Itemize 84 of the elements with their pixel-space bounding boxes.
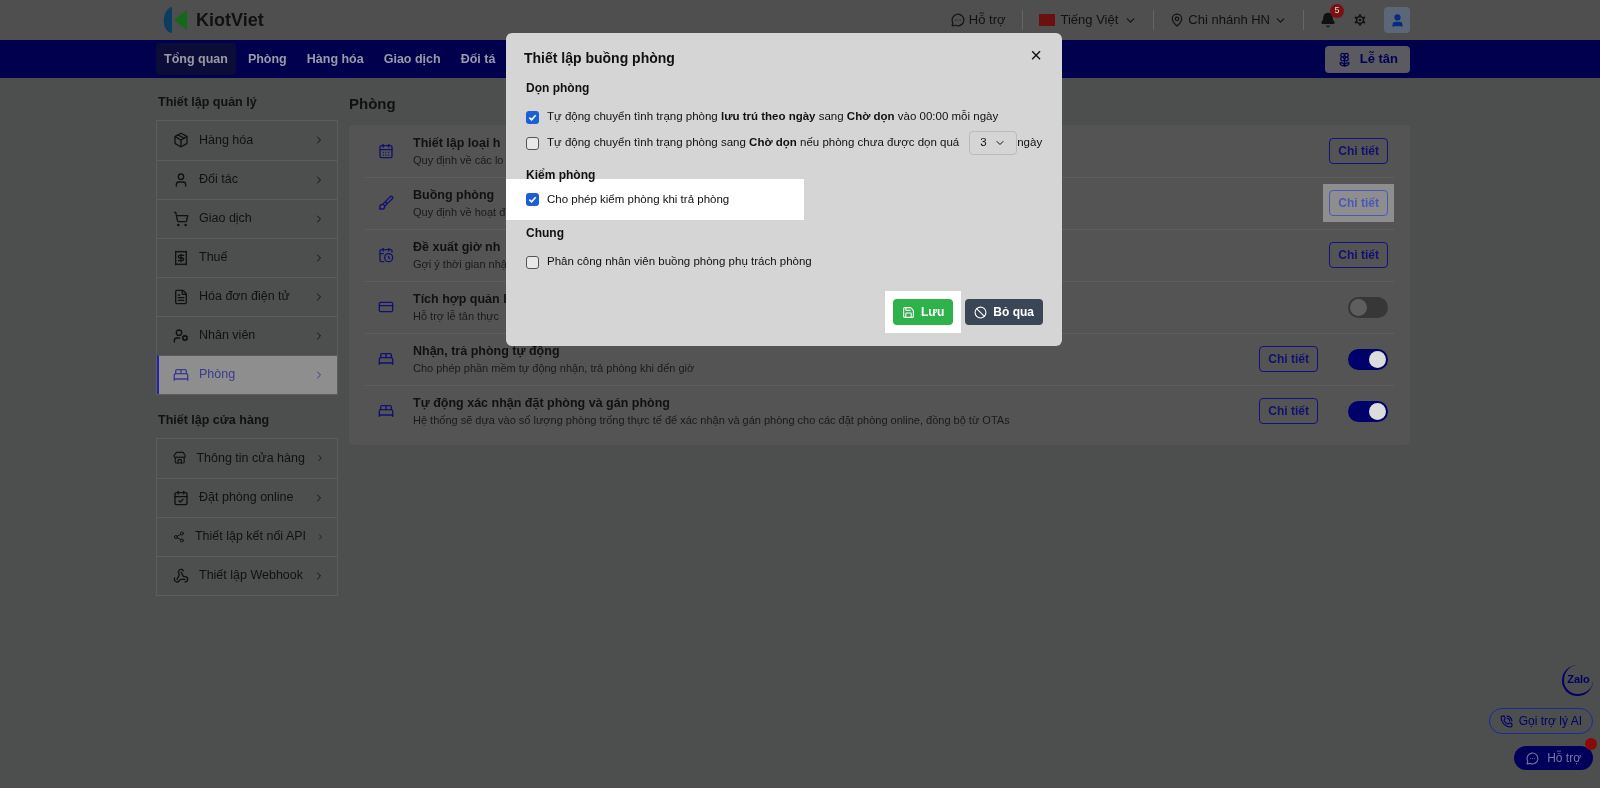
nav-tab[interactable]: Tổng quan — [156, 43, 236, 75]
card-icon — [378, 299, 394, 315]
language-dropdown[interactable]: Tiếng Việt — [1038, 10, 1138, 30]
checkbox[interactable] — [526, 255, 539, 269]
pin-icon — [1170, 13, 1185, 27]
save-icon — [901, 305, 915, 319]
dialog-title: Thiết lập buồng phòng — [524, 49, 675, 68]
days-select[interactable]: 3 — [969, 131, 1018, 155]
sidebar-item[interactable]: Thiết lập kết nối API — [157, 516, 337, 556]
nav-tab[interactable]: Hàng hóa — [298, 43, 372, 75]
nav-tab[interactable]: Phòng — [239, 43, 295, 75]
checkbox[interactable] — [526, 110, 539, 124]
zalo-button[interactable]: Zalo — [1562, 665, 1593, 696]
setting-description: Hỗ trợ lễ tân thực — [413, 309, 500, 324]
calendar-icon — [173, 489, 189, 506]
checkbox[interactable] — [526, 136, 539, 150]
sidebar-item[interactable]: Đối tác — [157, 159, 337, 199]
notification-badge: 5 — [1330, 4, 1344, 18]
toggle-switch[interactable] — [1348, 400, 1388, 422]
cancel-button[interactable]: Bỏ qua — [965, 299, 1043, 325]
webhook-icon — [173, 567, 189, 584]
setting-title: Nhận, trả phòng tự động — [413, 343, 560, 360]
sidebar-item[interactable]: Thuế — [157, 237, 337, 277]
unit-label: ngày — [1017, 135, 1043, 151]
sidebar-item[interactable]: Hóa đơn điện tử — [157, 276, 337, 316]
document-icon — [173, 288, 189, 305]
detail-button[interactable]: Chi tiết — [1259, 398, 1318, 424]
section-heading: Chung — [525, 225, 565, 242]
logo-text: KiotViet — [196, 8, 264, 32]
calendar-icon — [378, 247, 394, 263]
person-icon — [173, 171, 189, 188]
sidebar-item[interactable]: Hàng hóa — [157, 120, 337, 160]
sidebar-item[interactable]: Giao dịch — [157, 198, 337, 238]
save-button[interactable]: Lưu — [892, 299, 954, 325]
support-link[interactable]: Hỗ trợ — [950, 10, 1006, 30]
phone-icon — [1499, 714, 1513, 728]
sidebar-heading: Thiết lập cửa hàng — [157, 411, 271, 429]
person-icon — [173, 327, 189, 344]
chat-icon — [950, 13, 965, 27]
detail-button[interactable]: Chi tiết — [1329, 190, 1388, 216]
toggle-switch[interactable] — [1348, 348, 1388, 370]
detail-button[interactable]: Chi tiết — [1329, 242, 1388, 268]
support-button[interactable]: Hỗ trợ — [1514, 746, 1593, 770]
setting-title: Buồng phòng — [413, 187, 495, 204]
calendar-icon — [378, 142, 394, 159]
sidebar-item[interactable]: Nhân viên — [157, 315, 337, 355]
toggle-switch[interactable] — [1348, 296, 1388, 318]
sidebar-item[interactable]: Thiết lập Webhook — [157, 555, 337, 595]
section-heading: Dọn phòng — [525, 80, 591, 97]
nodes-icon — [173, 528, 185, 545]
receipt-icon — [173, 249, 189, 266]
option-label: Tự động chuyển tình trạng phòng sang Chờ dọn nếu phòng chưa được dọn quá — [547, 135, 960, 151]
sidebar-item[interactable]: Phòng — [157, 354, 337, 394]
branch-dropdown[interactable]: Chi nhánh HN — [1170, 10, 1287, 30]
brush-icon — [378, 195, 394, 211]
option-label: Tự động chuyển tình trạng phòng lưu trú theo ngày sang Chờ dọn vào 00:00 mỗi ngày — [547, 109, 999, 125]
nav-tab[interactable]: Giao dịch — [375, 43, 449, 75]
setting-title: Tích hợp quản l — [413, 291, 507, 308]
sidebar-item[interactable]: Thông tin cửa hàng — [157, 438, 337, 478]
bed-icon — [378, 351, 394, 367]
option-label: Cho phép kiểm phòng khi trả phòng — [547, 191, 730, 207]
person-icon — [1389, 12, 1405, 28]
sidebar-item[interactable]: Đặt phòng online — [157, 477, 337, 517]
detail-button[interactable]: Chi tiết — [1329, 137, 1388, 164]
page-title: Phòng — [349, 94, 396, 114]
bed-icon — [173, 366, 189, 383]
bed-icon — [378, 403, 394, 419]
box-icon — [173, 132, 189, 149]
section-heading: Kiểm phòng — [525, 167, 597, 184]
store-icon — [173, 450, 187, 466]
flag-icon — [1038, 14, 1055, 26]
cart-icon — [173, 210, 189, 227]
close-button[interactable]: × — [1030, 44, 1042, 65]
checkbox[interactable] — [526, 193, 539, 206]
reception-button[interactable]: Lễ tân — [1324, 45, 1410, 73]
sidebar-heading: Thiết lập quản lý — [157, 94, 258, 111]
setting-title: Tự động xác nhận đặt phòng và gán phòng — [413, 395, 670, 412]
detail-button[interactable]: Chi tiết — [1259, 346, 1318, 372]
setting-title: Thiết lập loại h — [413, 134, 501, 152]
chat-icon — [1526, 751, 1540, 765]
setting-title: Đề xuất giờ nh — [413, 239, 501, 256]
nav-tab[interactable]: Đối tá — [452, 43, 504, 75]
option-label: Phân công nhân viên buồng phòng phụ trách phòng — [547, 254, 812, 270]
ban-icon — [974, 305, 988, 319]
